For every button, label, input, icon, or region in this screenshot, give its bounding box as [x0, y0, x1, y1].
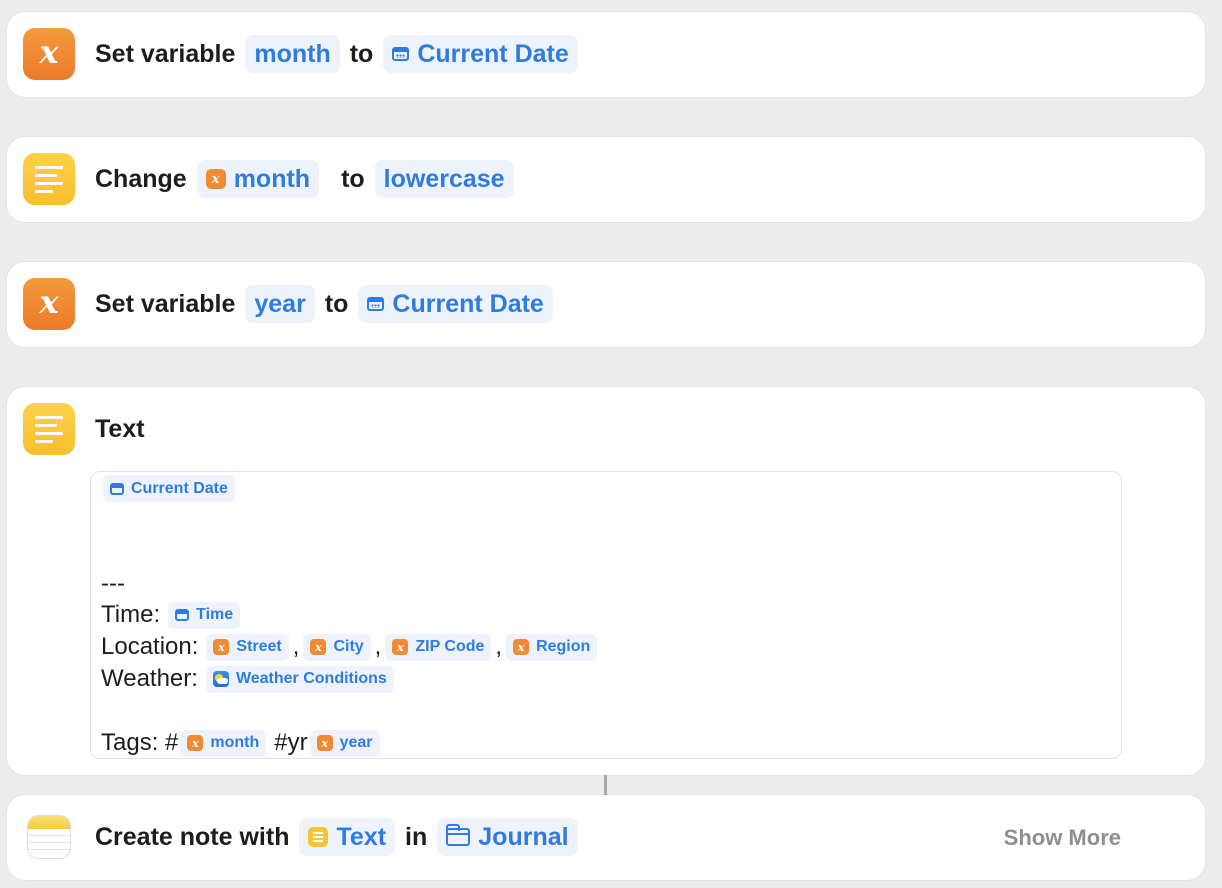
- show-more-button[interactable]: Show More: [1004, 825, 1121, 851]
- value-token-current-date[interactable]: Current Date: [383, 35, 578, 73]
- action-label: Set variable: [95, 289, 236, 318]
- weather-label: Weather:: [101, 665, 198, 692]
- action-set-variable-year[interactable]: x Set variable year to Current Date: [7, 262, 1205, 347]
- token-region[interactable]: x Region: [506, 633, 598, 661]
- case-option-token[interactable]: lowercase: [374, 160, 514, 198]
- action-connector: [604, 775, 607, 795]
- token-label: month: [210, 734, 260, 751]
- to-label: to: [324, 289, 349, 318]
- comma: ,: [292, 633, 300, 660]
- variable-x-icon: x: [187, 735, 204, 751]
- location-label: Location:: [101, 633, 199, 660]
- variable-x-icon: x: [213, 639, 230, 655]
- variable-x-icon: x: [392, 639, 409, 655]
- input-token-text[interactable]: Text: [299, 818, 396, 856]
- action-create-note[interactable]: Create note with Text in Journal Show Mo…: [7, 795, 1205, 880]
- notes-app-icon: [27, 815, 71, 859]
- to-label: to: [349, 39, 374, 68]
- variable-x-icon: x: [310, 639, 327, 655]
- variable-token-month[interactable]: x month: [196, 160, 320, 198]
- variable-x-icon: x: [23, 28, 75, 80]
- text-lines-icon: [23, 403, 75, 455]
- comma: ,: [374, 633, 382, 660]
- value-token-current-date[interactable]: Current Date: [358, 285, 553, 323]
- variable-name-token[interactable]: year: [245, 285, 315, 323]
- in-label: in: [405, 822, 428, 851]
- token-label: Region: [536, 638, 591, 655]
- variable-token-label: month: [233, 164, 311, 193]
- token-label: City: [333, 638, 364, 655]
- text-content-editor[interactable]: Current Date --- Time: Time Location: x …: [90, 471, 1122, 759]
- weather-icon: [212, 671, 229, 687]
- calendar-icon: [175, 609, 190, 621]
- tags-label: Tags: #: [101, 729, 179, 756]
- token-label: Weather Conditions: [235, 670, 387, 687]
- action-label: Set variable: [95, 39, 236, 68]
- to-label: to: [341, 164, 365, 193]
- token-street[interactable]: x Street: [206, 633, 289, 661]
- tag-yr-prefix: #yr: [274, 729, 308, 756]
- variable-name-token[interactable]: month: [245, 35, 340, 73]
- token-city[interactable]: x City: [303, 633, 371, 661]
- action-change-case[interactable]: Change x month to lowercase: [7, 137, 1205, 222]
- token-label: year: [339, 734, 373, 751]
- token-time[interactable]: Time: [168, 601, 241, 629]
- action-label: Change: [95, 164, 187, 193]
- time-label: Time:: [101, 601, 161, 628]
- calendar-icon: [110, 482, 124, 495]
- token-month[interactable]: x month: [180, 729, 267, 757]
- folder-icon: [446, 824, 471, 846]
- token-current-date[interactable]: Current Date: [103, 475, 235, 502]
- variable-x-icon: x: [23, 278, 75, 330]
- variable-x-icon: x: [513, 639, 530, 655]
- token-label: Street: [236, 638, 282, 655]
- action-label: Create note with: [95, 822, 290, 851]
- action-label: Text: [95, 414, 145, 443]
- calendar-icon: [392, 47, 410, 61]
- action-text[interactable]: Text Current Date --- Time: Time Locatio…: [7, 387, 1205, 775]
- token-zip-code[interactable]: x ZIP Code: [385, 633, 492, 661]
- folder-token-journal[interactable]: Journal: [437, 818, 578, 856]
- token-label: Text: [336, 822, 387, 851]
- action-set-variable-month[interactable]: x Set variable month to Current Date: [7, 12, 1205, 97]
- separator-line: ---: [101, 570, 125, 597]
- text-lines-icon: [23, 153, 75, 205]
- token-label: Journal: [478, 822, 569, 851]
- comma: ,: [495, 633, 503, 660]
- token-label: ZIP Code: [415, 638, 485, 655]
- value-token-label: Current Date: [417, 39, 569, 68]
- calendar-icon: [367, 297, 385, 311]
- text-lines-icon: [308, 827, 329, 847]
- token-year[interactable]: x year: [309, 729, 380, 757]
- token-label: Current Date: [131, 479, 228, 497]
- variable-x-icon: x: [205, 169, 226, 189]
- token-label: Time: [196, 606, 234, 623]
- variable-x-icon: x: [316, 735, 333, 751]
- value-token-label: Current Date: [392, 289, 544, 318]
- token-weather-conditions[interactable]: Weather Conditions: [205, 665, 394, 693]
